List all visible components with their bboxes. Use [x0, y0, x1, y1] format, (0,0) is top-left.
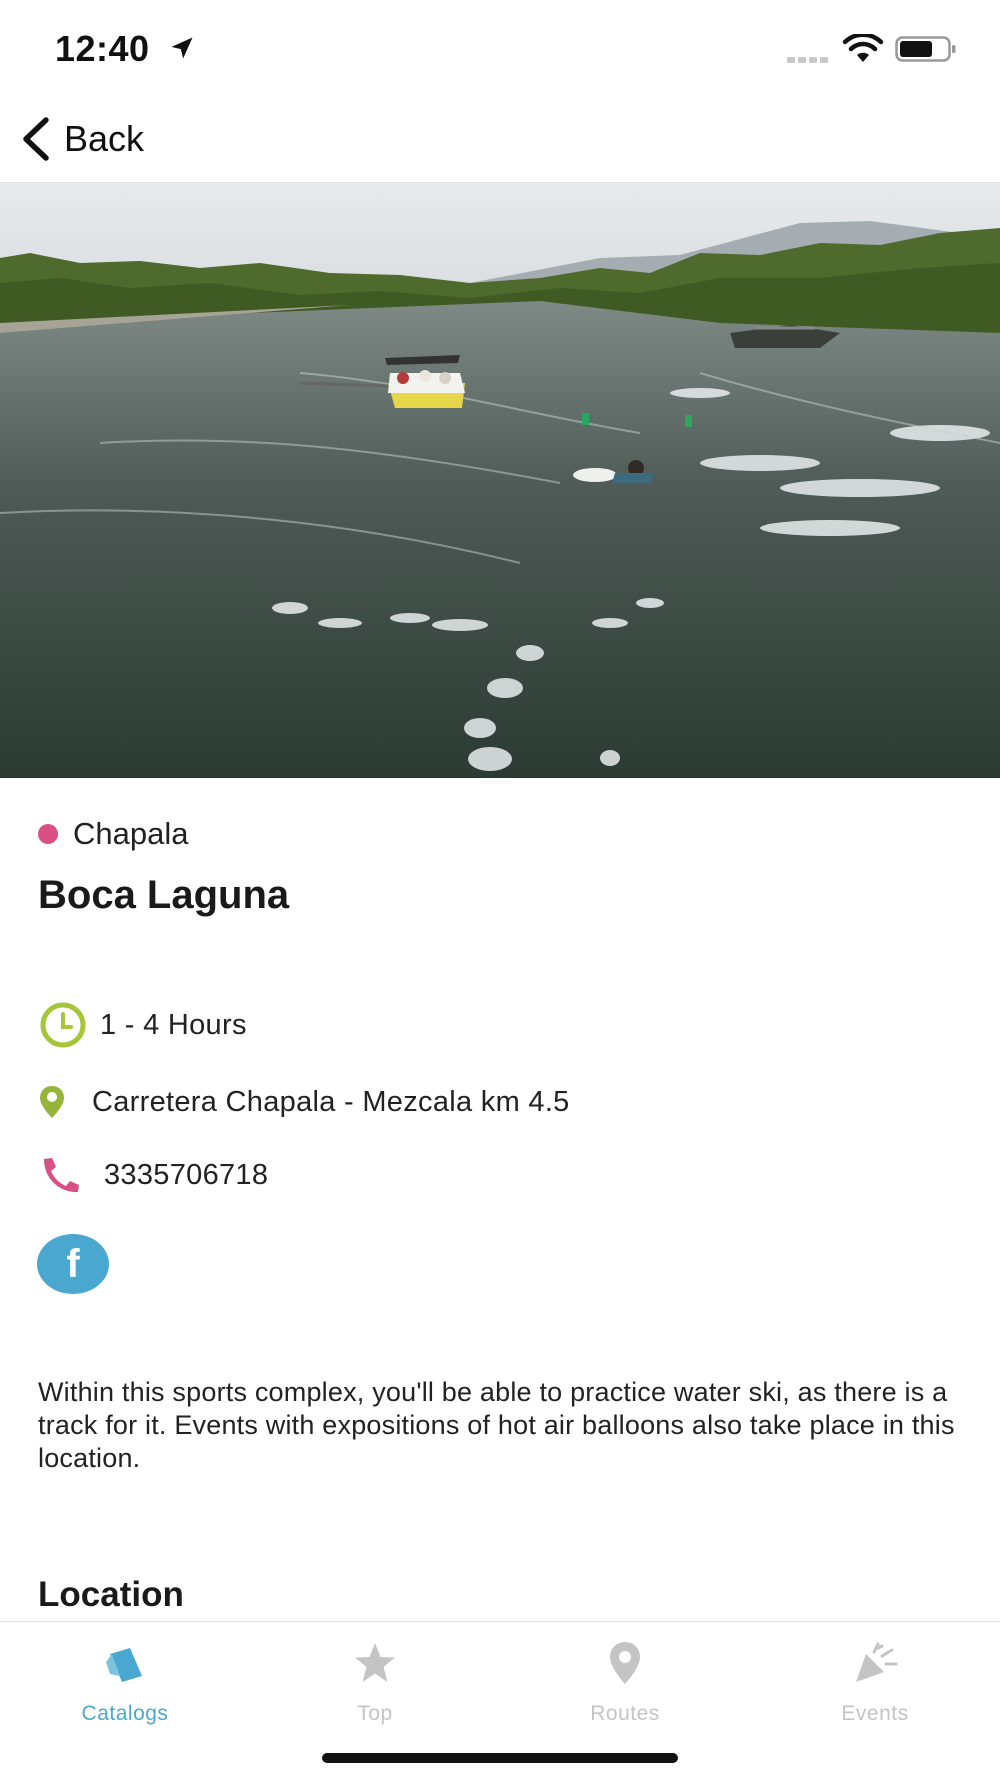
status-time: 12:40 — [55, 28, 150, 69]
tab-events-label: Events — [841, 1702, 909, 1725]
back-button[interactable]: Back — [18, 114, 144, 164]
tab-routes[interactable]: Routes — [500, 1640, 750, 1726]
address-text: Carretera Chapala - Mezcala km 4.5 — [92, 1085, 570, 1118]
location-arrow-icon — [171, 37, 193, 59]
home-indicator[interactable] — [322, 1753, 678, 1763]
address-row[interactable]: Carretera Chapala - Mezcala km 4.5 — [38, 1084, 570, 1120]
tab-top[interactable]: Top — [250, 1640, 500, 1726]
phone-row[interactable]: 3335706718 — [38, 1155, 268, 1195]
tab-routes-label: Routes — [590, 1702, 660, 1725]
tab-events[interactable]: Events — [750, 1640, 1000, 1726]
tab-catalogs[interactable]: Catalogs — [0, 1640, 250, 1726]
phone-icon — [44, 1158, 79, 1193]
battery-icon — [895, 36, 956, 62]
image-gallery[interactable] — [0, 183, 1000, 778]
chevron-left-icon — [23, 117, 49, 161]
facebook-button[interactable]: f — [37, 1234, 109, 1294]
map-pin-icon — [40, 1086, 64, 1118]
location-section-title: Location — [38, 1575, 184, 1614]
catalogs-icon — [106, 1648, 142, 1682]
region-dot-icon — [38, 824, 58, 844]
status-bar: 12:40 — [0, 0, 1000, 100]
navigation-bar: Back — [0, 100, 1000, 183]
party-popper-icon — [856, 1642, 898, 1682]
phone-text: 3335706718 — [104, 1158, 269, 1191]
tab-top-label: Top — [357, 1702, 393, 1725]
wifi-icon — [842, 34, 884, 62]
region-label: Chapala — [73, 816, 189, 851]
place-description: Within this sports complex, you'll be ab… — [38, 1377, 955, 1473]
duration-row: 1 - 4 Hours — [38, 1000, 247, 1050]
tab-catalogs-label: Catalogs — [81, 1702, 169, 1725]
signal-icon — [787, 50, 835, 63]
map-pin-icon — [610, 1642, 640, 1684]
duration-text: 1 - 4 Hours — [100, 1008, 247, 1041]
facebook-icon: f — [66, 1241, 80, 1286]
star-icon — [355, 1643, 395, 1682]
hero-image — [0, 183, 1000, 778]
place-title: Boca Laguna — [38, 873, 290, 917]
back-label: Back — [64, 118, 145, 159]
region-tag: Chapala — [38, 816, 188, 852]
clock-icon — [40, 1002, 86, 1048]
